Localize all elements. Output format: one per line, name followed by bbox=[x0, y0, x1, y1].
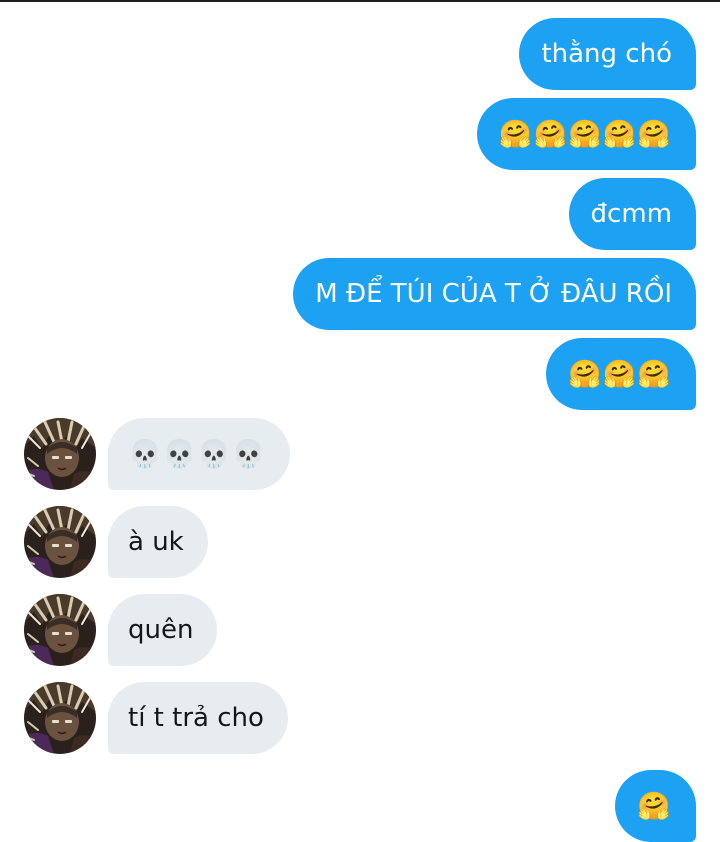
outgoing-message-bubble[interactable]: 🤗🤗🤗🤗🤗 bbox=[476, 98, 696, 170]
message-text: 🤗🤗🤗🤗🤗 bbox=[498, 118, 672, 150]
outgoing-message-bubble[interactable]: 🤗🤗🤗 bbox=[546, 338, 696, 410]
message-text: quên bbox=[128, 615, 194, 645]
message-row-incoming: tí t trả cho bbox=[0, 682, 720, 754]
message-text: 🤗🤗🤗 bbox=[568, 358, 672, 390]
message-row-outgoing: 🤗🤗🤗🤗🤗 bbox=[0, 98, 720, 170]
incoming-message-bubble[interactable]: tí t trả cho bbox=[108, 682, 288, 754]
outgoing-message-bubble[interactable]: đcmm bbox=[568, 178, 696, 250]
avatar[interactable] bbox=[24, 682, 96, 754]
avatar-icon bbox=[24, 506, 96, 578]
avatar-icon bbox=[24, 594, 96, 666]
avatar[interactable] bbox=[24, 418, 96, 490]
message-text: 💀💀💀💀 bbox=[128, 438, 267, 470]
avatar[interactable] bbox=[24, 594, 96, 666]
avatar[interactable] bbox=[24, 506, 96, 578]
message-text: tí t trả cho bbox=[128, 703, 264, 733]
message-text: à uk bbox=[128, 527, 184, 557]
message-row-outgoing: đcmm bbox=[0, 178, 720, 250]
incoming-message-bubble[interactable]: quên bbox=[108, 594, 218, 666]
outgoing-message-bubble[interactable]: M ĐỂ TÚI CỦA T Ở ĐÂU RỒI bbox=[293, 258, 696, 330]
outgoing-message-bubble[interactable]: thằng chó bbox=[519, 18, 696, 90]
top-border bbox=[0, 0, 720, 2]
avatar-icon bbox=[24, 418, 96, 490]
message-row-outgoing: 🤗 bbox=[0, 770, 720, 842]
message-text: đcmm bbox=[590, 199, 672, 229]
message-text: thằng chó bbox=[541, 39, 672, 69]
outgoing-message-bubble[interactable]: 🤗 bbox=[615, 770, 696, 842]
message-row-incoming: à uk bbox=[0, 506, 720, 578]
incoming-message-bubble[interactable]: à uk bbox=[108, 506, 208, 578]
message-row-incoming: 💀💀💀💀 bbox=[0, 418, 720, 490]
incoming-message-bubble[interactable]: 💀💀💀💀 bbox=[108, 418, 291, 490]
message-row-outgoing: thằng chó bbox=[0, 18, 720, 90]
message-text: M ĐỂ TÚI CỦA T Ở ĐÂU RỒI bbox=[315, 279, 672, 309]
message-row-outgoing: 🤗🤗🤗 bbox=[0, 338, 720, 410]
avatar-icon bbox=[24, 682, 96, 754]
message-row-incoming: quên bbox=[0, 594, 720, 666]
message-row-outgoing: M ĐỂ TÚI CỦA T Ở ĐÂU RỒI bbox=[0, 258, 720, 330]
message-text: 🤗 bbox=[637, 790, 672, 822]
